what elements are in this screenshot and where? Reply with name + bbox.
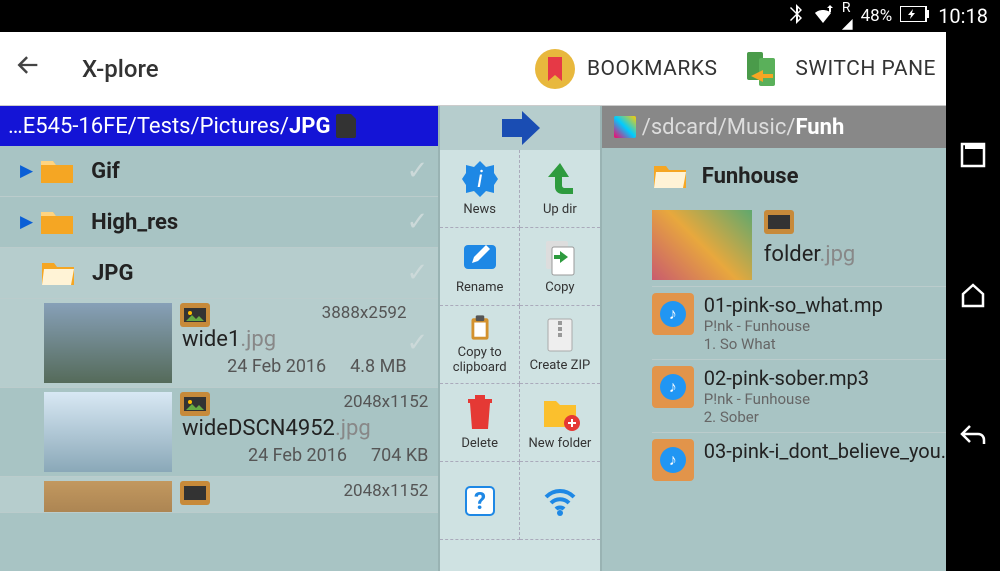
action-create-zip[interactable]: Create ZIP	[520, 306, 600, 384]
wifi-icon	[812, 5, 834, 28]
switch-pane-button[interactable]: SWITCH PANE	[741, 48, 936, 90]
action-up-dir[interactable]: Up dir	[520, 150, 600, 228]
thumbnail	[652, 210, 752, 280]
back-nav-button[interactable]	[958, 422, 988, 452]
action-panel: i News Up dir Rename Copy Copy to clipbo…	[438, 106, 601, 571]
clipboard-icon	[460, 314, 500, 342]
home-button[interactable]	[959, 282, 987, 312]
expand-icon[interactable]: ▶	[20, 212, 33, 232]
app-bar: X-plore BOOKMARKS SWITCH PANE ⋮	[0, 32, 1000, 106]
check-icon[interactable]: ✓	[407, 328, 429, 358]
check-icon[interactable]: ✓	[407, 258, 429, 288]
action-news[interactable]: i News	[440, 150, 520, 228]
wifi-icon	[540, 481, 580, 521]
folder-icon	[39, 157, 75, 185]
action-new-folder[interactable]: New folder	[520, 384, 600, 462]
music-row[interactable]: ♪ 01-pink-so_what.mp P!nk - Funhouse 1. …	[652, 286, 946, 359]
sdcard-icon	[336, 114, 356, 138]
system-nav-bar	[946, 32, 1000, 571]
check-icon[interactable]: ✓	[407, 156, 429, 186]
file-row[interactable]: 2048x1152	[0, 477, 438, 513]
rename-icon	[460, 237, 500, 277]
pane-right: /sdcard/Music/Funh Funhouse folder.jpg ♪…	[602, 106, 946, 571]
music-icon: ♪	[652, 366, 694, 408]
music-row[interactable]: ♪ 03-pink-i_dont_believe_you.	[652, 432, 946, 487]
action-delete[interactable]: Delete	[440, 384, 520, 462]
action-rename[interactable]: Rename	[440, 228, 520, 306]
folder-open-icon	[40, 259, 76, 287]
action-wifi[interactable]	[520, 462, 600, 540]
folder-row-funhouse[interactable]: Funhouse	[652, 148, 946, 204]
music-row[interactable]: ♪ 02-pink-sober.mp3 P!nk - Funhouse 2. S…	[652, 359, 946, 432]
help-icon: ?	[460, 481, 500, 521]
bluetooth-icon	[788, 4, 804, 29]
info-icon: i	[460, 159, 500, 199]
svg-text:?: ?	[474, 487, 486, 515]
svg-text:i: i	[477, 165, 483, 193]
folder-icon	[39, 208, 75, 236]
new-folder-icon	[540, 393, 580, 433]
action-copy-clipboard[interactable]: Copy to clipboard	[440, 306, 520, 384]
battery-icon	[900, 6, 930, 27]
music-icon: ♪	[652, 439, 694, 481]
music-icon: ♪	[652, 293, 694, 335]
file-row[interactable]: 3888x2592 wide1.jpg 24 Feb 20164.8 MB ✓	[0, 299, 438, 388]
pane-left: …E545-16FE/Tests/Pictures/JPG ▶ Gif ✓ ▶ …	[0, 106, 438, 571]
image-badge-icon	[180, 392, 210, 416]
image-badge-icon	[764, 210, 794, 234]
zip-icon	[540, 315, 580, 355]
breadcrumb-left[interactable]: …E545-16FE/Tests/Pictures/JPG	[0, 106, 438, 146]
action-copy[interactable]: Copy	[520, 228, 600, 306]
file-row[interactable]: 2048x1152 wideDSCN4952.jpg 24 Feb 201670…	[0, 388, 438, 477]
switch-pane-icon	[741, 48, 783, 90]
direction-indicator[interactable]	[440, 106, 599, 150]
expand-icon[interactable]: ▶	[20, 161, 33, 181]
back-button[interactable]	[14, 51, 42, 86]
bookmark-icon	[535, 49, 575, 89]
app-title: X-plore	[82, 55, 535, 83]
file-row[interactable]: folder.jpg	[652, 204, 946, 286]
signal-icon: R◢	[842, 0, 853, 32]
clock: 10:18	[938, 4, 988, 28]
thumbnail	[44, 303, 172, 383]
folder-row-gif[interactable]: ▶ Gif ✓	[0, 146, 438, 197]
status-bar: R◢ 48% 10:18	[0, 0, 1000, 32]
thumbnail	[44, 392, 172, 472]
folder-row-jpg[interactable]: JPG ✓	[0, 248, 438, 299]
bookmarks-button[interactable]: BOOKMARKS	[535, 49, 717, 89]
up-arrow-icon	[540, 159, 580, 199]
music-folder-icon	[614, 116, 636, 138]
check-icon[interactable]: ✓	[407, 207, 429, 237]
battery-percent: 48%	[861, 6, 893, 26]
recent-apps-button[interactable]	[960, 142, 986, 172]
breadcrumb-right[interactable]: /sdcard/Music/Funh	[602, 106, 946, 148]
trash-icon	[460, 393, 500, 433]
image-badge-icon	[180, 481, 210, 505]
image-badge-icon	[180, 303, 210, 327]
folder-row-highres[interactable]: ▶ High_res ✓	[0, 197, 438, 248]
folder-icon	[652, 162, 688, 190]
copy-icon	[540, 237, 580, 277]
thumbnail	[44, 481, 172, 513]
action-help[interactable]: ?	[440, 462, 520, 540]
